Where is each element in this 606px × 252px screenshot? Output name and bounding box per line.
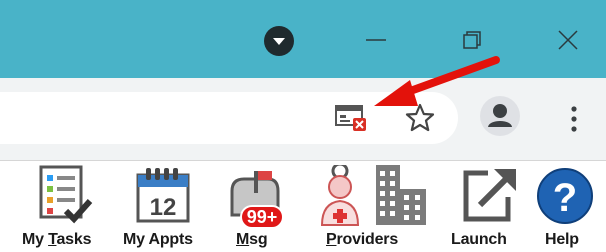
calendar-date: 12: [150, 194, 177, 221]
task-list-icon[interactable]: [36, 165, 98, 232]
window-titlebar: [0, 0, 606, 78]
label-text: sg: [249, 231, 268, 248]
label-text: asks: [56, 231, 92, 248]
app-label-launch[interactable]: Launch: [451, 231, 507, 249]
app-label-msg[interactable]: Msg: [236, 231, 268, 249]
kebab-menu-icon[interactable]: [568, 104, 580, 139]
label-mnemonic: M: [236, 231, 250, 248]
calendar-icon[interactable]: 12: [132, 165, 194, 232]
provider-icon[interactable]: [318, 162, 438, 232]
blocked-popup-icon[interactable]: [335, 103, 369, 138]
close-icon[interactable]: [548, 20, 588, 60]
profile-dropdown-icon[interactable]: [264, 26, 294, 56]
app-label-my-tasks[interactable]: My Tasks: [22, 231, 91, 249]
app-label-my-appts[interactable]: My Appts: [123, 231, 193, 249]
app-label-help[interactable]: Help: [545, 231, 579, 249]
help-icon[interactable]: ?: [535, 165, 597, 232]
app-label-providers[interactable]: Providers: [326, 231, 398, 249]
external-launch-icon[interactable]: [458, 165, 520, 232]
unread-count-badge: 99+: [240, 205, 284, 229]
label-text: My: [22, 231, 49, 248]
help-glyph: ?: [553, 176, 577, 220]
label-text: roviders: [336, 231, 399, 248]
label-mnemonic: P: [326, 231, 337, 248]
red-arrow-icon: [372, 54, 502, 121]
